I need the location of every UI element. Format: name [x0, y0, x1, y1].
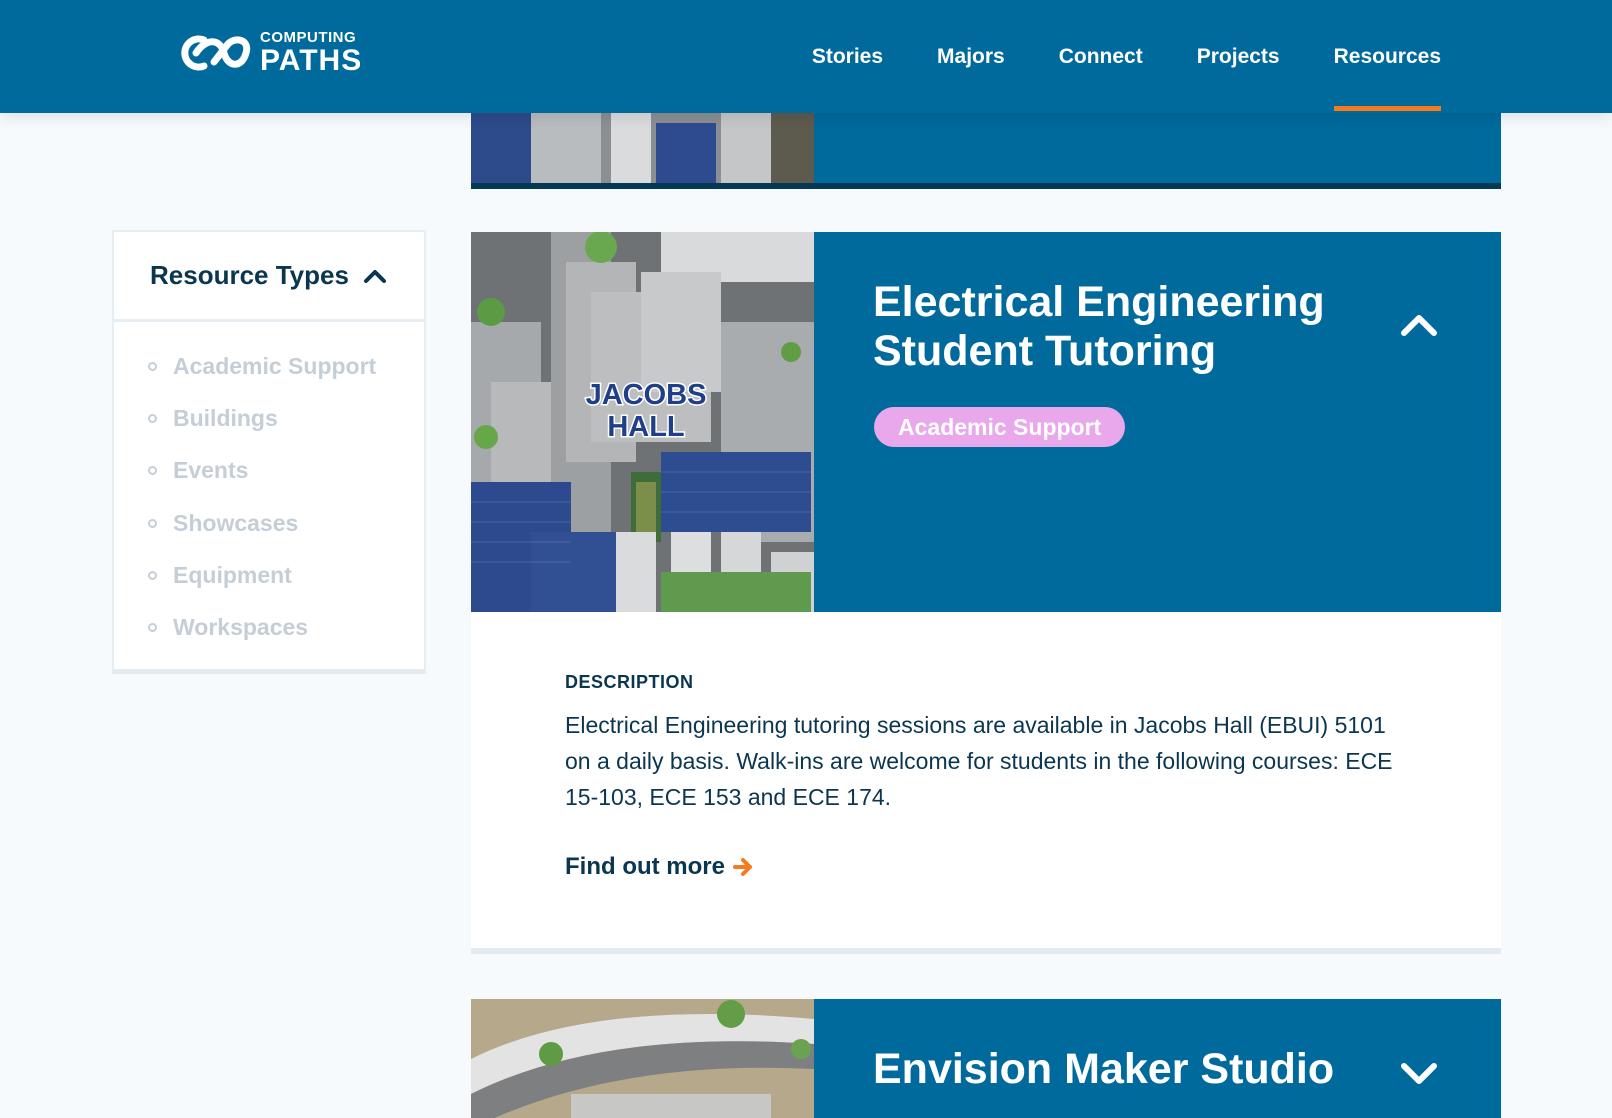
filter-title: Resource Types [150, 260, 349, 290]
bullet-icon [148, 466, 157, 476]
chevron-up-icon[interactable] [363, 268, 387, 284]
nav-projects[interactable]: Projects [1197, 0, 1280, 113]
resource-types-filter: Resource Types Academic Support Building… [112, 230, 426, 674]
building-map-image [471, 113, 814, 183]
bullet-icon [148, 518, 157, 528]
filter-item-label: Workspaces [173, 614, 309, 641]
nav-stories[interactable]: Stories [812, 0, 883, 113]
chevron-up-icon[interactable] [1399, 312, 1439, 338]
filter-item-equipment[interactable]: Equipment [114, 549, 424, 601]
filter-item-label: Academic Support [173, 352, 377, 379]
bullet-icon [148, 413, 157, 423]
filter-item-label: Showcases [173, 509, 299, 536]
card-title: Envision Maker Studio [873, 1045, 1335, 1093]
filter-header[interactable]: Resource Types [114, 232, 424, 322]
logo-text-small: COMPUTING [260, 29, 357, 46]
logo-text-big: PATHS [260, 44, 363, 77]
nav-connect[interactable]: Connect [1059, 0, 1143, 113]
map-label-line1: JACOBS [586, 379, 707, 411]
filter-item-label: Events [173, 457, 249, 484]
resource-card-envision-maker-studio[interactable]: Envision Maker Studio [471, 999, 1501, 1118]
nav-resources[interactable]: Resources [1333, 0, 1442, 113]
arrow-right-icon [732, 858, 752, 876]
filter-item-buildings[interactable]: Buildings [114, 392, 424, 444]
chevron-down-icon[interactable] [1399, 1061, 1439, 1087]
bullet-icon [148, 361, 157, 371]
filter-item-academic-support[interactable]: Academic Support [114, 340, 424, 392]
card-header[interactable]: JACOBS HALL Electrical Engineering Stude… [471, 232, 1501, 612]
description-label: DESCRIPTION [565, 672, 694, 692]
filter-list: Academic Support Buildings Events Showca… [114, 322, 424, 654]
link-label: Find out more [565, 853, 725, 880]
filter-item-label: Buildings [173, 404, 278, 431]
filter-item-showcases[interactable]: Showcases [114, 497, 424, 549]
filter-item-label: Equipment [173, 561, 292, 588]
filter-item-workspaces[interactable]: Workspaces [114, 601, 424, 653]
category-tag[interactable]: Academic Support [874, 407, 1126, 447]
logo-mark-icon [181, 35, 251, 71]
main-nav: Stories Majors Connect Projects Resource… [758, 0, 1442, 113]
resource-card-ee-tutoring: JACOBS HALL Electrical Engineering Stude… [471, 232, 1501, 954]
filter-item-events[interactable]: Events [114, 445, 424, 497]
card-body: DESCRIPTION Electrical Engineering tutor… [471, 612, 1501, 954]
nav-majors[interactable]: Majors [937, 0, 1005, 113]
maker-studio-map-image [471, 999, 814, 1118]
bullet-icon [148, 623, 157, 633]
logo[interactable]: COMPUTING PATHS [174, 30, 362, 76]
bullet-icon [148, 570, 157, 580]
jacobs-hall-map-image: JACOBS HALL [471, 232, 814, 612]
card-title: Electrical Engineering Student Tutoring [873, 278, 1325, 375]
campus-map-illustration: JACOBS HALL [471, 232, 814, 612]
resource-card-previous[interactable] [471, 113, 1501, 189]
site-header: COMPUTING PATHS Stories Majors Connect P… [0, 0, 1612, 113]
find-out-more-link[interactable]: Find out more [565, 853, 754, 881]
description-text: Electrical Engineering tutoring sessions… [565, 712, 1393, 810]
map-label-line2: HALL [607, 411, 684, 443]
